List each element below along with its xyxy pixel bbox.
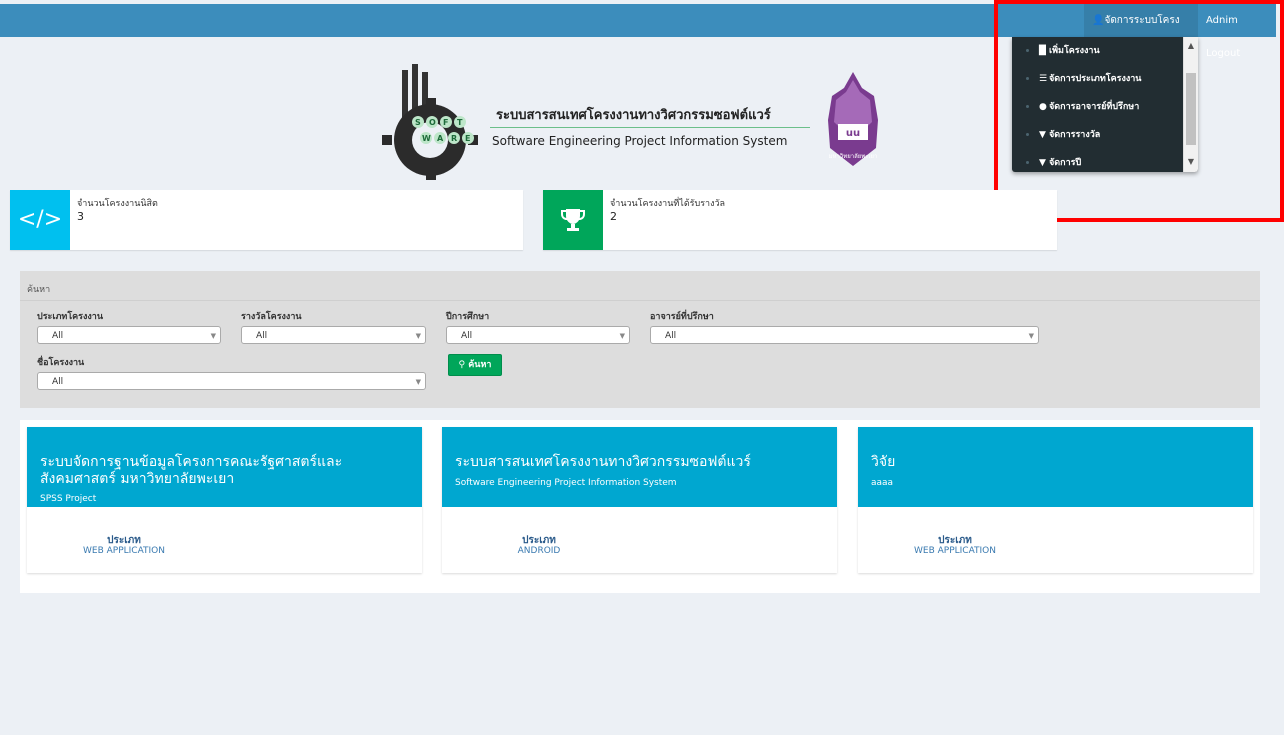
menu-item-label: จัดการอาจารย์ที่ปรึกษา [1049, 102, 1140, 112]
project-type-label: ประเภทโครงงาน [37, 312, 104, 322]
project-type-value: WEB APPLICATION [913, 546, 996, 556]
gear-letter: S [415, 118, 421, 127]
project-type-value: ANDROID [517, 546, 561, 556]
search-divider [20, 300, 1260, 301]
site-logo: S O F T W A R E ระบบสารสนเทศโครงงานทางวิ… [378, 62, 898, 182]
dropdown-scrollbar[interactable]: ▲ ▼ [1183, 37, 1198, 172]
advisor-label: อาจารย์ที่ปรึกษา [650, 312, 714, 322]
project-card-header: ระบบจัดการฐานข้อมูลโครงการคณะรัฐศาสตร์แล… [27, 427, 422, 507]
select-value: All [52, 377, 64, 387]
project-name-label: ชื่อโครงงาน [37, 358, 85, 368]
project-subtitle: aaaa [871, 478, 894, 488]
gear-letter: E [465, 134, 470, 143]
award-select[interactable]: All ▼ [241, 326, 426, 344]
scroll-down-icon[interactable]: ▼ [1184, 155, 1198, 169]
svg-text:uu: uu [846, 128, 860, 139]
select-value: All [461, 331, 473, 341]
academic-year-select[interactable]: All ▼ [446, 326, 630, 344]
select-value: All [256, 331, 268, 341]
select-value: All [52, 331, 64, 341]
search-icon: ⚲ [458, 360, 466, 370]
chevron-down-icon: ▼ [1028, 332, 1034, 340]
award-label: รางวัลโครงงาน [241, 312, 302, 322]
chevron-down-icon: ▼ [619, 332, 625, 340]
logo-divider [490, 127, 810, 128]
menu-item-label: เพิ่มโครงงาน [1049, 46, 1100, 56]
menu-item-manage-awards[interactable]: ▼ จัดการรางวัล [1012, 121, 1182, 149]
project-title: ระบบจัดการฐานข้อมูลโครงการคณะรัฐศาสตร์แล… [40, 454, 343, 487]
stat-box-awarded-projects: จำนวนโครงงานที่ได้รับรางวัล 2 [543, 190, 1057, 250]
menu-item-manage-types[interactable]: ☰ จัดการประเภทโครงงาน [1012, 65, 1182, 93]
menu-item-manage-advisors[interactable]: ● จัดการอาจารย์ที่ปรึกษา [1012, 93, 1182, 121]
gear-letter: A [437, 134, 444, 143]
project-type-select[interactable]: All ▼ [37, 326, 221, 344]
menu-item-label: จัดการประเภทโครงงาน [1049, 74, 1142, 84]
logo-title-english: Software Engineering Project Information… [492, 134, 788, 148]
project-title: วิจัย [871, 454, 896, 470]
stat-label: จำนวนโครงงานที่ได้รับรางวัล [610, 199, 726, 209]
search-button[interactable]: ⚲ ค้นหา [448, 354, 502, 376]
stat-value: 2 [610, 210, 617, 223]
menu-item-manage-years[interactable]: ▼ จัดการปี [1012, 149, 1182, 172]
gear-letter: R [451, 134, 457, 143]
menu-item-add-project[interactable]: █ เพิ่มโครงงาน [1012, 37, 1182, 65]
user-icon: 👤 [1092, 15, 1105, 26]
project-card-header: ระบบสารสนเทศโครงงานทางวิศวกรรมซอฟต์แวร์ … [442, 427, 837, 507]
academic-year-label: ปีการศึกษา [446, 312, 490, 322]
project-subtitle: Software Engineering Project Information… [455, 478, 677, 488]
project-title: ระบบสารสนเทศโครงงานทางวิศวกรรมซอฟต์แวร์ [455, 454, 751, 470]
chevron-down-icon: ▼ [415, 332, 421, 340]
trophy-icon: ▼ [1039, 130, 1046, 140]
logo-title-thai: ระบบสารสนเทศโครงงานทางวิศวกรรมซอฟต์แวร์ [496, 108, 771, 123]
list-icon: ☰ [1039, 74, 1048, 84]
advisor-select[interactable]: All ▼ [650, 326, 1039, 344]
seal-text: มหาวิทยาลัยพะเยา [829, 153, 878, 160]
project-name-select[interactable]: All ▼ [37, 372, 426, 390]
project-card[interactable]: วิจัย aaaa ประเภท WEB APPLICATION [858, 427, 1253, 573]
select-value: All [665, 331, 677, 341]
scroll-up-icon[interactable]: ▲ [1184, 39, 1198, 53]
stat-box-student-projects: </> จำนวนโครงงานนิสิต 3 [10, 190, 523, 250]
project-card[interactable]: ระบบสารสนเทศโครงงานทางวิศวกรรมซอฟต์แวร์ … [442, 427, 837, 573]
search-button-label: ค้นหา [468, 360, 492, 370]
scrollbar-thumb[interactable] [1186, 73, 1196, 145]
bullet-icon [1026, 49, 1029, 52]
top-navbar: 👤จัดการระบบโครงงาน Adnim Logout [0, 4, 1276, 59]
book-icon: █ [1039, 46, 1046, 56]
bullet-icon [1026, 105, 1029, 108]
search-heading: ค้นหา [27, 285, 51, 295]
project-card[interactable]: ระบบจัดการฐานข้อมูลโครงการคณะรัฐศาสตร์แล… [27, 427, 422, 573]
search-panel: ค้นหา ประเภทโครงงาน All ▼ รางวัลโครงงาน A… [20, 271, 1260, 408]
bullet-icon [1026, 161, 1029, 164]
gear-letter: T [457, 118, 463, 127]
code-icon: </> [10, 190, 70, 250]
menu-item-label: จัดการรางวัล [1049, 130, 1101, 140]
logout-button[interactable]: Adnim Logout [1198, 4, 1276, 59]
stat-label: จำนวนโครงงานนิสิต [77, 199, 158, 209]
chevron-down-icon: ▼ [210, 332, 216, 340]
university-seal-icon: uu มหาวิทยาลัยพะเยา [828, 72, 878, 166]
software-gear-logo-icon: S O F T W A R E [382, 64, 478, 180]
gear-letter: O [429, 118, 436, 127]
stat-value: 3 [77, 210, 84, 223]
menu-item-label: จัดการปี [1049, 158, 1082, 168]
bullet-icon [1026, 133, 1029, 136]
gear-letter: F [443, 118, 448, 127]
manage-dropdown-menu: █ เพิ่มโครงงาน ☰ จัดการประเภทโครงงาน ● จัดก… [1012, 37, 1198, 172]
project-list: ระบบจัดการฐานข้อมูลโครงการคณะรัฐศาสตร์แล… [20, 420, 1260, 593]
trophy-icon: ▼ [1039, 158, 1046, 168]
users-icon: ● [1039, 102, 1047, 112]
bullet-icon [1026, 77, 1029, 80]
project-subtitle: SPSS Project [40, 494, 97, 504]
manage-system-menu-button[interactable]: 👤จัดการระบบโครงงาน [1084, 4, 1198, 59]
chevron-down-icon: ▼ [415, 378, 421, 386]
project-card-header: วิจัย aaaa [858, 427, 1253, 507]
gear-letter: W [422, 134, 431, 143]
trophy-icon [543, 190, 603, 250]
project-type-value: WEB APPLICATION [82, 546, 165, 556]
